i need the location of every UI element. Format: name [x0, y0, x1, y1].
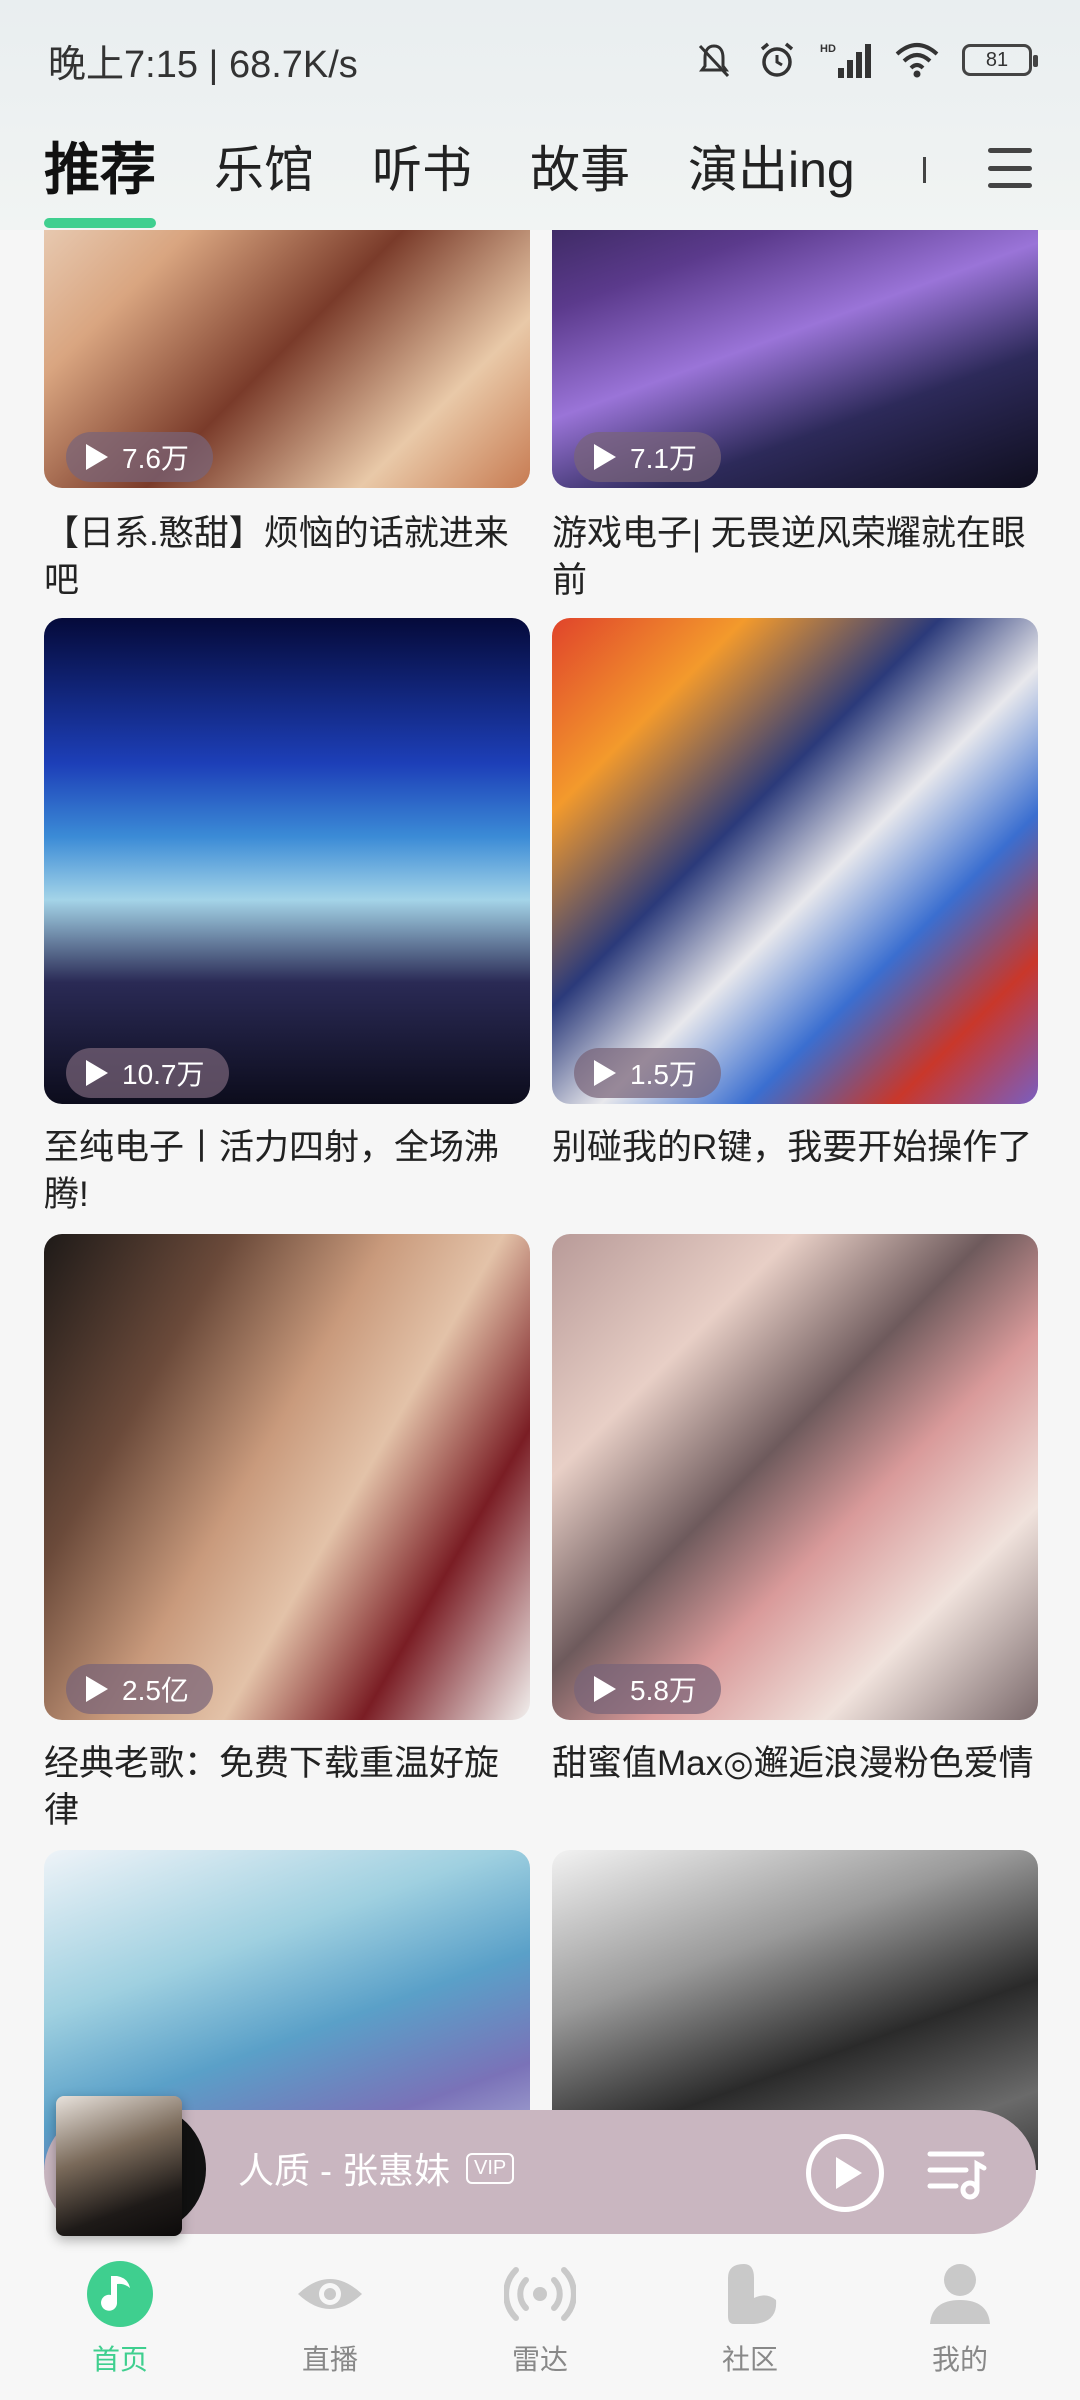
music-note-icon	[87, 2261, 153, 2327]
playlist-title[interactable]: 经典老歌：免费下载重温好旋律	[44, 1740, 530, 1834]
play-icon	[86, 1676, 108, 1702]
profile-icon	[930, 2264, 990, 2324]
menu-icon[interactable]	[988, 148, 1032, 188]
play-icon	[594, 1060, 616, 1086]
playlist-title[interactable]: 【日系.憨甜】烦恼的话就进来吧	[44, 510, 530, 604]
top-header: 晚上7:15 | 68.7K/s HD 81 推荐 乐馆 听书 故事 演出ing	[0, 0, 1080, 230]
category-tabs: 推荐 乐馆 听书 故事 演出ing	[0, 120, 1080, 228]
svg-text:HD: HD	[820, 43, 836, 55]
status-icons: HD 81	[694, 39, 1038, 81]
community-icon	[728, 2264, 777, 2324]
now-playing-title[interactable]: 人质 - 张惠妹 VIP	[238, 2142, 515, 2194]
playlist-cover[interactable]: 5.8万	[552, 1234, 1038, 1720]
wifi-icon	[895, 43, 939, 78]
nav-live[interactable]: 直播	[260, 2258, 400, 2378]
status-bar: 晚上7:15 | 68.7K/s HD 81	[0, 0, 1080, 120]
playlist-title[interactable]: 别碰我的R键，我要开始操作了	[552, 1124, 1038, 1171]
nav-community[interactable]: 社区	[680, 2258, 820, 2378]
active-tab-indicator	[44, 218, 156, 228]
play-icon	[594, 1676, 616, 1702]
playlist-cover[interactable]: 2.5亿	[44, 1234, 530, 1720]
play-count-badge: 7.1万	[574, 432, 721, 482]
playlist-cover[interactable]: 1.5万	[552, 618, 1038, 1104]
play-count-badge: 1.5万	[574, 1048, 721, 1098]
tabs-divider	[922, 157, 926, 183]
vip-badge: VIP	[466, 2152, 515, 2184]
playlist-title[interactable]: 甜蜜值Max◎邂逅浪漫粉色爱情	[552, 1740, 1038, 1787]
play-icon	[836, 2157, 862, 2189]
play-count-badge: 7.6万	[66, 432, 213, 482]
tab-audiobook[interactable]: 听书	[372, 145, 472, 195]
battery-icon: 81	[962, 44, 1038, 76]
status-time-speed: 晚上7:15 | 68.7K/s	[48, 43, 358, 86]
tab-recommend[interactable]: 推荐	[44, 142, 156, 228]
album-art	[56, 2096, 182, 2236]
eye-icon	[298, 2279, 362, 2309]
tab-stories[interactable]: 故事	[530, 145, 630, 195]
play-icon	[86, 444, 108, 470]
nav-profile[interactable]: 我的	[890, 2258, 1030, 2378]
bell-muted-icon	[698, 44, 730, 78]
playlist-grid: 7.6万 【日系.憨甜】烦恼的话就进来吧 7.1万 游戏电子| 无畏逆风荣耀就在…	[0, 0, 1080, 2400]
play-count-badge: 10.7万	[66, 1048, 229, 1098]
signal-icon: HD	[820, 43, 871, 78]
alarm-icon	[760, 42, 794, 77]
nav-radar[interactable]: 雷达	[470, 2258, 610, 2378]
play-count-badge: 5.8万	[574, 1664, 721, 1714]
play-icon	[594, 444, 616, 470]
playlist-cover[interactable]: 10.7万	[44, 618, 530, 1104]
playlist-icon[interactable]	[926, 2146, 988, 2202]
play-count-badge: 2.5亿	[66, 1664, 213, 1714]
now-playing-cover[interactable]	[56, 2096, 206, 2236]
tab-music-hall[interactable]: 乐馆	[214, 145, 314, 195]
playlist-title[interactable]: 游戏电子| 无畏逆风荣耀就在眼前	[552, 510, 1038, 604]
tab-shows[interactable]: 演出ing	[688, 145, 855, 195]
playlist-title[interactable]: 至纯电子丨活力四射，全场沸腾!	[44, 1124, 530, 1218]
nav-home[interactable]: 首页	[50, 2258, 190, 2378]
play-icon	[86, 1060, 108, 1086]
radar-icon	[504, 2267, 576, 2321]
play-button[interactable]	[806, 2134, 884, 2212]
